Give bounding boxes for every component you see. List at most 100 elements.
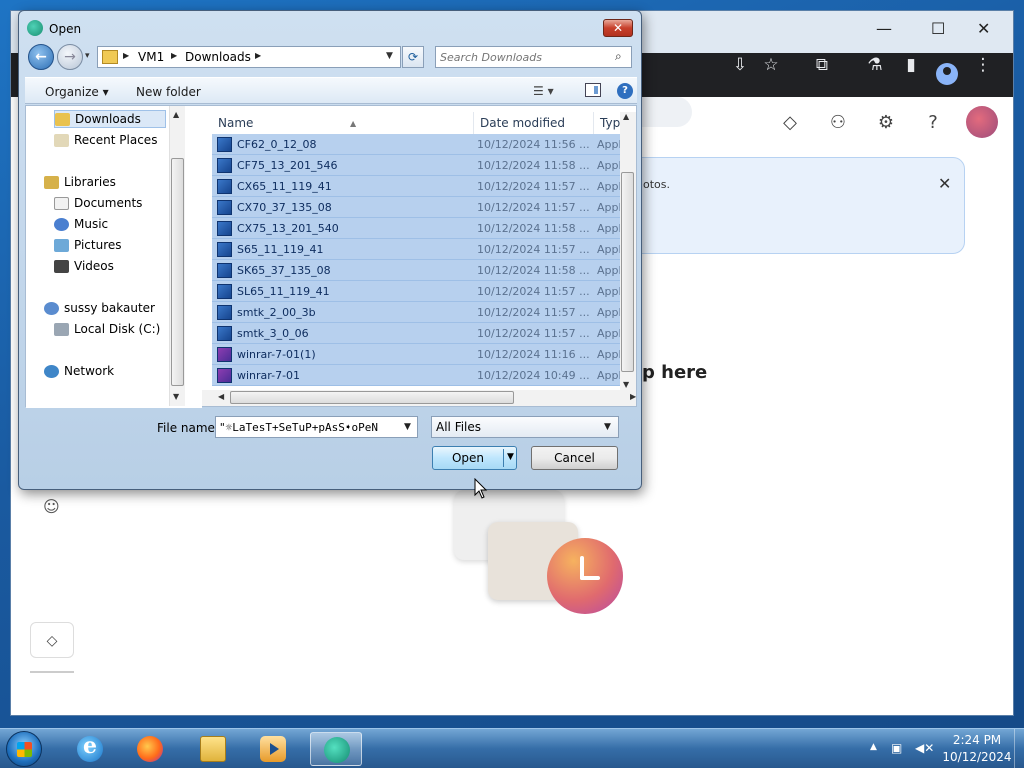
file-row[interactable]: CX70_37_135_08 10/12/2024 11:57 ... Appl… <box>212 197 632 218</box>
new-folder-button[interactable]: New folder <box>136 85 201 99</box>
nav-item-downloads[interactable]: Downloads <box>54 110 166 128</box>
file-name-input[interactable] <box>219 419 399 435</box>
documents-icon <box>54 197 69 210</box>
nav-item-libraries[interactable]: Libraries <box>44 174 164 192</box>
organize-button[interactable]: Organize ▾ <box>45 85 109 99</box>
file-name: S65_11_119_41 <box>237 243 324 256</box>
breadcrumb-arrow-icon[interactable]: ▶ <box>123 51 129 60</box>
file-row[interactable]: CX65_11_119_41 10/12/2024 11:57 ... Appl… <box>212 176 632 197</box>
scroll-up-icon[interactable]: ▲ <box>623 112 629 121</box>
scroll-thumb[interactable] <box>621 172 634 372</box>
taskbar-file-explorer[interactable] <box>187 732 239 766</box>
premium-button[interactable]: ◇ <box>30 622 74 658</box>
install-app-icon[interactable]: ⇩ <box>729 54 751 76</box>
browser-profile-avatar[interactable] <box>936 63 958 85</box>
file-row[interactable]: CX75_13_201_540 10/12/2024 11:58 ... App… <box>212 218 632 239</box>
banner-close-icon[interactable]: ✕ <box>938 174 951 193</box>
page-profile-avatar[interactable] <box>966 106 998 138</box>
application-icon <box>217 305 232 320</box>
bookmark-star-icon[interactable]: ☆ <box>760 54 782 76</box>
file-row[interactable]: SL65_11_119_41 10/12/2024 11:57 ... Appl… <box>212 281 632 302</box>
column-header-name[interactable]: Name ▲ <box>212 112 474 134</box>
premium-diamond-icon[interactable]: ◇ <box>778 111 802 135</box>
breadcrumb-vm1[interactable]: VM1 <box>138 50 164 64</box>
start-button[interactable] <box>6 731 42 767</box>
file-row[interactable]: SK65_37_135_08 10/12/2024 11:58 ... Appl… <box>212 260 632 281</box>
nav-item-music[interactable]: Music <box>54 216 166 234</box>
file-type-dropdown-icon[interactable]: ▼ <box>604 422 611 432</box>
volume-muted-icon[interactable]: ◀✕ <box>915 741 934 755</box>
show-desktop-button[interactable] <box>1014 729 1024 768</box>
share-people-icon[interactable]: ⚇ <box>826 111 850 135</box>
file-name: winrar-7-01 <box>237 369 301 382</box>
extensions-icon[interactable]: ⧉ <box>811 54 833 76</box>
file-row[interactable]: smtk_2_00_3b 10/12/2024 11:57 ... Applic <box>212 302 632 323</box>
browser-close-button[interactable]: ✕ <box>977 19 990 38</box>
scroll-right-icon[interactable]: ▶ <box>630 392 636 401</box>
change-view-icon[interactable]: ☰ ▾ <box>533 84 554 98</box>
scroll-thumb[interactable] <box>230 391 514 404</box>
search-icon[interactable]: ⌕ <box>615 49 622 64</box>
address-dropdown-icon[interactable]: ▼ <box>386 51 393 61</box>
file-row[interactable]: CF62_0_12_08 10/12/2024 11:56 ... Applic <box>212 134 632 155</box>
breadcrumb-arrow-icon[interactable]: ▶ <box>255 51 261 60</box>
labs-flask-icon[interactable]: ⚗ <box>864 54 886 76</box>
scroll-thumb[interactable] <box>171 158 184 386</box>
nav-item-user[interactable]: sussy bakauter <box>44 300 168 318</box>
file-list-vertical-scrollbar[interactable]: ▲ ▼ <box>620 112 636 390</box>
side-panel-icon[interactable]: ▮ <box>900 54 922 76</box>
settings-gear-icon[interactable]: ⚙ <box>874 111 898 135</box>
help-icon[interactable]: ? <box>617 83 633 99</box>
scroll-down-icon[interactable]: ▼ <box>173 392 179 401</box>
taskbar-internet-explorer[interactable] <box>64 732 116 766</box>
file-row[interactable]: CF75_13_201_546 10/12/2024 11:58 ... App… <box>212 155 632 176</box>
column-header-date[interactable]: Date modified <box>474 112 594 134</box>
scroll-down-icon[interactable]: ▼ <box>623 380 629 389</box>
nav-item-videos[interactable]: Videos <box>54 258 166 276</box>
network-tray-icon[interactable]: ▣ <box>891 741 907 755</box>
taskbar-media-player[interactable] <box>247 732 299 766</box>
taskbar-active-app[interactable] <box>310 732 362 766</box>
file-list-horizontal-scrollbar[interactable]: ◀ ▶ <box>202 390 636 406</box>
show-hidden-icons-icon[interactable]: ▲ <box>870 742 877 752</box>
back-arrow-icon[interactable]: ← <box>28 44 54 70</box>
clock-date[interactable]: 10/12/2024 <box>942 750 1012 764</box>
refresh-icon[interactable]: ⟳ <box>402 46 424 68</box>
file-row[interactable]: winrar-7-01 10/12/2024 10:49 ... Applic <box>212 365 632 386</box>
search-box[interactable]: ⌕ <box>435 46 632 68</box>
person-icon[interactable]: ☺ <box>43 497 61 516</box>
nav-item-recent-places[interactable]: Recent Places <box>54 132 166 150</box>
address-bar[interactable]: ▶ VM1 ▶ Downloads ▶ ▼ <box>97 46 401 68</box>
breadcrumb-downloads[interactable]: Downloads <box>185 50 251 64</box>
minimize-button[interactable]: — <box>876 19 892 38</box>
nav-item-network[interactable]: Network <box>44 363 164 381</box>
forward-arrow-icon[interactable]: → <box>57 44 83 70</box>
nav-item-pictures[interactable]: Pictures <box>54 237 166 255</box>
file-row[interactable]: smtk_3_0_06 10/12/2024 11:57 ... Applic <box>212 323 632 344</box>
open-options-chevron-icon[interactable]: ▼ <box>507 452 514 462</box>
help-question-icon[interactable]: ? <box>921 111 945 135</box>
file-name-combobox[interactable]: ▼ <box>215 416 418 438</box>
cancel-button[interactable]: Cancel <box>531 446 618 470</box>
scroll-up-icon[interactable]: ▲ <box>173 110 179 119</box>
clock-time[interactable]: 2:24 PM <box>946 733 1008 747</box>
file-type-select[interactable]: All Files ▼ <box>431 416 619 438</box>
file-type-value: All Files <box>436 420 482 434</box>
taskbar-firefox[interactable] <box>124 732 176 766</box>
file-row[interactable]: winrar-7-01(1) 10/12/2024 11:16 ... Appl… <box>212 344 632 365</box>
scroll-left-icon[interactable]: ◀ <box>218 392 224 401</box>
browser-menu-icon[interactable]: ⋮ <box>972 54 994 76</box>
nav-item-documents[interactable]: Documents <box>54 195 166 213</box>
breadcrumb-arrow-icon[interactable]: ▶ <box>171 51 177 60</box>
nav-item-local-disk[interactable]: Local Disk (C:) <box>54 321 168 339</box>
search-input[interactable] <box>440 49 610 65</box>
file-row[interactable]: S65_11_119_41 10/12/2024 11:57 ... Appli… <box>212 239 632 260</box>
open-button[interactable]: Open ▼ <box>432 446 517 470</box>
nav-scrollbar[interactable]: ▲ ▼ <box>169 106 185 406</box>
preview-pane-icon[interactable] <box>585 83 601 97</box>
dialog-close-button[interactable]: ✕ <box>603 19 633 37</box>
file-name-dropdown-icon[interactable]: ▼ <box>404 422 411 432</box>
maximize-button[interactable]: ☐ <box>931 19 945 38</box>
recent-locations-chevron-icon[interactable]: ▾ <box>85 51 90 61</box>
nav-item-label: sussy bakauter <box>64 301 155 315</box>
